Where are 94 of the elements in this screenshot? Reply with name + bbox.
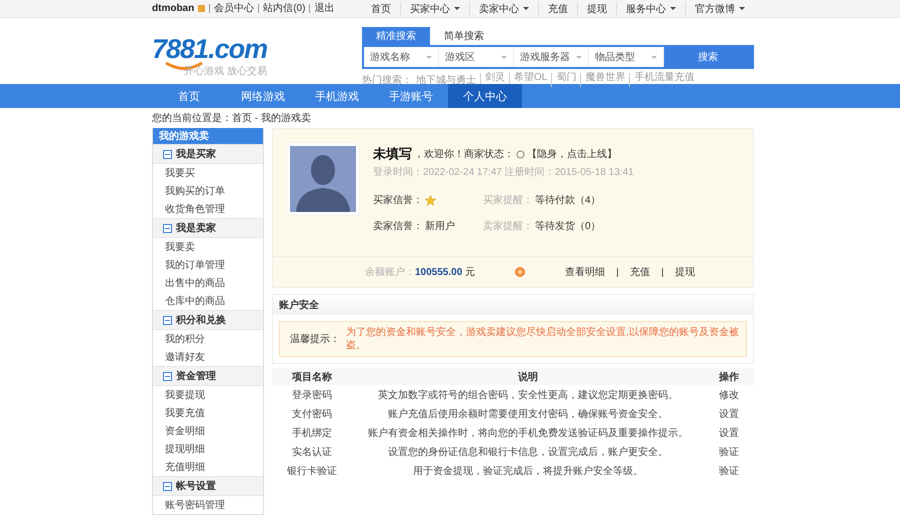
nav-tab[interactable]: 个人中心 — [448, 84, 522, 108]
caret-icon — [576, 56, 582, 58]
nav-tab[interactable]: 手游账号 — [374, 84, 448, 108]
search-button[interactable]: 搜索 — [664, 47, 752, 67]
action-link[interactable]: 验证 — [704, 461, 754, 480]
collapse-icon[interactable] — [163, 150, 172, 158]
sidebar-item[interactable]: 我要提现 — [165, 388, 205, 402]
logo-slogan: 开心游戏 放心交易 — [184, 64, 268, 78]
collapse-icon[interactable] — [163, 224, 172, 232]
table-cell-text: 支付密码 — [291, 408, 333, 422]
top-menu-link[interactable]: 首页 — [371, 2, 391, 16]
caret-icon — [426, 56, 432, 58]
table-cell: 登录密码 — [272, 385, 352, 404]
table-cell-text: 用于资金提现，验证完成后，将提升账户安全等级。 — [412, 464, 644, 478]
breadcrumb: 您的当前位置是：首页 - 我的游戏卖 — [152, 112, 311, 125]
action-link[interactable]: 修改 — [704, 385, 754, 404]
login-times: 登录时间：2022-02-24 17:47 注册时间：2015-05-18 13:41 — [373, 166, 635, 179]
balance-action-link[interactable]: 提现 — [662, 268, 696, 276]
sidebar-item[interactable]: 我要充值 — [165, 406, 205, 420]
sidebar-item[interactable]: 我要买 — [165, 166, 195, 180]
nav-tab[interactable]: 网络游戏 — [226, 84, 300, 108]
action-link[interactable]: 验证 — [704, 442, 754, 461]
balance-label: 余额账户： — [365, 266, 415, 279]
sidebar-item[interactable]: 我的订单管理 — [165, 258, 225, 272]
sidebar-title: 我的游戏卖 — [153, 128, 263, 144]
tip-label: 温馨提示： — [290, 332, 340, 346]
search-tab[interactable]: 精准搜索 — [362, 27, 430, 45]
table-cell-text: 账户有资金相关操作时，将向您的手机免费发送验证码及重要操作提示。 — [367, 426, 689, 440]
sidebar-item[interactable]: 资金明细 — [165, 424, 205, 438]
action-link[interactable]: 设置 — [704, 404, 754, 423]
sidebar-item[interactable]: 收货角色管理 — [165, 202, 225, 216]
top-link[interactable]: 会员中心 — [209, 4, 254, 13]
table-cell-text: 手机绑定 — [291, 426, 333, 440]
caret-icon — [523, 7, 529, 10]
sidebar-item[interactable]: 我的积分 — [165, 332, 205, 346]
balance-action-link[interactable]: 查看明细 — [565, 265, 606, 279]
column-header: 项目名称 — [272, 368, 352, 385]
sidebar-item[interactable]: 提现明细 — [165, 442, 205, 456]
tip-text: 为了您的资金和账号安全，游戏卖建议您尽快启动全部安全设置,以保障您的账号及资金被盗。 — [346, 326, 740, 352]
buyer-notice[interactable]: 等待付款（4） — [535, 193, 601, 207]
sidebar-item[interactable]: 充值明细 — [165, 460, 205, 474]
collapse-icon[interactable] — [163, 482, 172, 490]
search-tab[interactable]: 简单搜索 — [430, 27, 498, 45]
caret-icon — [501, 56, 507, 58]
action-link[interactable]: 设置 — [704, 423, 754, 442]
status-link[interactable]: 【隐身，点击上线】 — [527, 147, 617, 161]
top-link[interactable]: 站内信(0) — [258, 4, 306, 13]
top-menu-link[interactable]: 服务中心 — [626, 2, 666, 16]
sidebar-item[interactable]: 账号密码管理 — [165, 498, 225, 512]
collapse-icon[interactable] — [163, 316, 172, 324]
avatar-icon — [287, 143, 359, 215]
nav-tab[interactable]: 首页 — [152, 84, 226, 108]
top-menu-link[interactable]: 官方微博 — [695, 2, 735, 16]
balance-action-link[interactable]: 充值 — [617, 268, 650, 276]
caret-icon — [651, 56, 657, 58]
seller-credit: 新用户 — [425, 220, 455, 233]
logo[interactable]: 7881.com — [152, 36, 362, 62]
sidebar-item[interactable]: 我要卖 — [165, 240, 195, 254]
status-icon — [516, 150, 525, 158]
caret-icon — [670, 7, 676, 10]
currency: 元 — [465, 266, 476, 279]
table-cell: 英文加数字或符号的组合密码，安全性更高，建议您定期更换密码。 — [352, 385, 704, 404]
sidebar-item[interactable]: 仓库中的商品 — [165, 294, 225, 308]
column-header: 操作 — [704, 368, 754, 385]
top-menu-link[interactable]: 买家中心 — [410, 2, 450, 16]
buyer-credit-label: 买家信誉： — [373, 194, 423, 207]
top-menu-link[interactable]: 充值 — [548, 2, 568, 16]
table-cell-text: 账户充值后使用余额时需要使用支付密码，确保账号资金安全。 — [387, 408, 669, 422]
caret-icon — [454, 7, 460, 10]
top-menu-link[interactable]: 卖家中心 — [479, 2, 519, 16]
star-icon — [425, 194, 436, 206]
nav-tab[interactable]: 手机游戏 — [300, 84, 374, 108]
table-cell-text: 银行卡验证 — [286, 464, 338, 478]
hot-search-label: 热门搜索： — [362, 74, 412, 87]
seller-notice[interactable]: 等待发货（0） — [535, 219, 601, 233]
vip-icon — [198, 5, 206, 12]
help-icon[interactable] — [515, 267, 526, 277]
table-cell-text: 实名认证 — [291, 446, 333, 460]
user-name: 未填写 — [373, 145, 412, 163]
sidebar-item[interactable]: 出售中的商品 — [165, 276, 225, 290]
top-link[interactable]: 退出 — [309, 4, 334, 13]
sidebar-item[interactable]: 邀请好友 — [165, 350, 205, 364]
sidebar-item[interactable]: 我购买的订单 — [165, 184, 225, 198]
column-header: 说明 — [352, 368, 704, 385]
seller-notice-label: 卖家提醒： — [483, 220, 533, 233]
username: dtmoban — [152, 3, 194, 14]
top-menu-link[interactable]: 提现 — [587, 2, 607, 16]
caret-icon — [739, 7, 745, 10]
collapse-icon[interactable] — [163, 372, 172, 380]
welcome-text: ，欢迎你！商家状态： — [414, 148, 514, 161]
table-cell-text: 设置您的身份证信息和银行卡信息，设置完成后，账户更安全。 — [387, 446, 669, 460]
balance-amount: 100555.00 — [415, 266, 462, 278]
buyer-notice-label: 买家提醒： — [483, 194, 533, 207]
seller-credit-label: 卖家信誉： — [373, 220, 423, 233]
